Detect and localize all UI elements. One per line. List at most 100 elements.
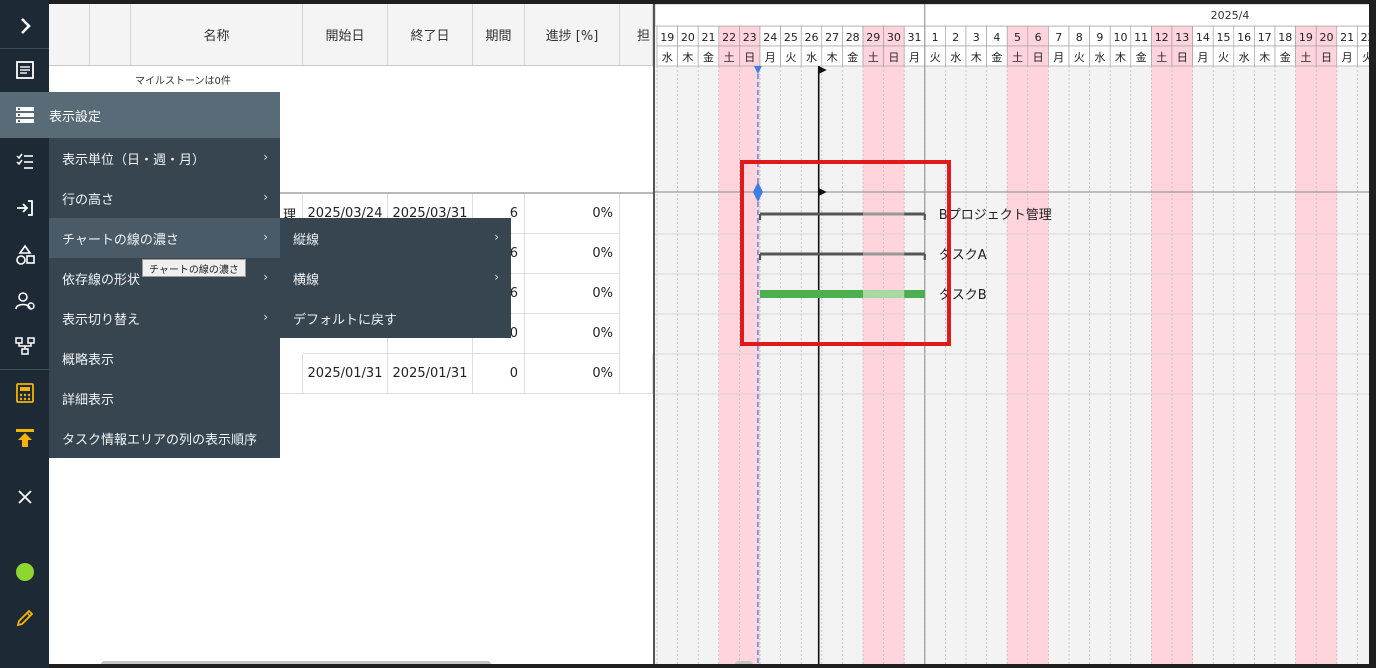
day-label: 30 — [887, 31, 901, 44]
submenu-item-vertical-lines[interactable]: 縦線 › — [280, 218, 511, 258]
status-dot-icon — [0, 552, 49, 592]
weekday-label: 金 — [991, 50, 1002, 64]
menu-item-column-order[interactable]: タスク情報エリアの列の表示順序 — [49, 418, 280, 458]
row-5-end[interactable]: 2025/01/31 — [388, 354, 473, 394]
network-icon[interactable] — [0, 326, 49, 366]
weekday-label: 木 — [971, 51, 982, 64]
menu-item-label: 概略表示 — [62, 352, 115, 368]
rail-divider — [0, 369, 49, 370]
row-1-progress[interactable]: 0% — [525, 194, 620, 234]
column-header-start[interactable]: 開始日 — [303, 4, 388, 66]
weekday-label: 金 — [703, 50, 714, 64]
upload-icon[interactable] — [0, 418, 49, 458]
chevron-right-icon: › — [494, 270, 499, 284]
weekend-column — [1316, 26, 1337, 664]
weekday-label: 土 — [1300, 51, 1311, 64]
day-label: 22 — [1361, 31, 1369, 44]
weekday-label: 土 — [724, 51, 735, 64]
weekday-label: 水 — [806, 51, 817, 64]
day-label: 17 — [1258, 31, 1272, 44]
row-5-start[interactable]: 2025/01/31 — [303, 354, 388, 394]
chart-horizontal-scrollbar[interactable] — [735, 661, 753, 664]
day-label: 10 — [1114, 31, 1128, 44]
row-3-progress[interactable]: 0% — [525, 274, 620, 314]
chevron-right-icon: › — [263, 270, 268, 284]
menu-item-detail-view[interactable]: 詳細表示 — [49, 378, 280, 418]
column-header-assignee[interactable]: 担 — [620, 4, 653, 66]
day-label: 22 — [722, 31, 736, 44]
menu-item-label: 表示切り替え — [62, 312, 141, 328]
weekday-label: 土 — [1156, 51, 1167, 64]
menu-item-row-height[interactable]: 行の高さ › — [49, 178, 280, 218]
weekday-label: 火 — [930, 51, 941, 64]
day-label: 24 — [763, 31, 777, 44]
submenu-item-label: デフォルトに戻す — [293, 312, 398, 328]
day-label: 29 — [866, 31, 880, 44]
weekday-label: 火 — [1074, 51, 1085, 64]
weekday-label: 金 — [1280, 50, 1291, 64]
day-label: 9 — [1096, 31, 1103, 44]
expand-icon[interactable] — [0, 6, 49, 46]
table-header-blank — [90, 4, 131, 66]
submenu-item-horizontal-lines[interactable]: 横線 › — [280, 258, 511, 298]
checklist-icon[interactable] — [0, 141, 49, 181]
chevron-right-icon: › — [263, 190, 268, 204]
row-5-assignee[interactable] — [620, 354, 653, 394]
table-horizontal-scrollbar[interactable] — [101, 661, 491, 664]
weekday-label: 月 — [1053, 51, 1064, 64]
menu-item-label: チャートの線の濃さ — [62, 232, 179, 248]
weekday-label: 木 — [682, 51, 693, 64]
column-header-progress[interactable]: 進捗 [%] — [525, 4, 620, 66]
day-label: 8 — [1076, 31, 1083, 44]
column-header-name[interactable]: 名称 — [131, 4, 303, 66]
menu-item-display-unit[interactable]: 表示単位（日・週・月） › — [49, 138, 280, 178]
day-label: 20 — [1320, 31, 1334, 44]
bar-label: Bプロジェクト管理 — [939, 208, 1052, 223]
close-icon[interactable] — [0, 477, 49, 517]
table-header-blank — [49, 4, 90, 66]
menu-item-summary-view[interactable]: 概略表示 — [49, 338, 280, 378]
day-label: 6 — [1035, 31, 1042, 44]
app-window: 名称 開始日 終了日 期間 進捗 [%] 担 マイルストーンは0件 理 2025… — [0, 0, 1376, 668]
pencil-icon[interactable] — [0, 598, 49, 638]
day-label: 1 — [932, 31, 939, 44]
row-2-progress[interactable]: 0% — [525, 234, 620, 274]
row-5-progress[interactable]: 0% — [525, 354, 620, 394]
weekday-label: 日 — [1321, 51, 1332, 64]
day-label: 18 — [1278, 31, 1292, 44]
day-label: 19 — [1299, 31, 1313, 44]
display-settings-icon — [0, 104, 49, 126]
shapes-icon[interactable] — [0, 235, 49, 275]
weekday-label: 月 — [1342, 51, 1353, 64]
day-label: 13 — [1175, 31, 1189, 44]
weekday-label: 木 — [1259, 51, 1270, 64]
day-label: 14 — [1196, 31, 1210, 44]
user-settings-icon[interactable] — [0, 281, 49, 321]
weekend-column — [1151, 26, 1172, 664]
document-icon[interactable] — [0, 50, 49, 90]
menu-item-label: タスク情報エリアの列の表示順序 — [62, 432, 258, 448]
day-label: 12 — [1155, 31, 1169, 44]
day-label: 26 — [805, 31, 819, 44]
display-settings-header[interactable]: 表示設定 — [0, 92, 280, 138]
import-icon[interactable] — [0, 188, 49, 228]
column-header-end[interactable]: 終了日 — [388, 4, 473, 66]
day-label: 15 — [1217, 31, 1231, 44]
day-label: 4 — [993, 31, 1000, 44]
weekday-label: 日 — [1177, 51, 1188, 64]
day-label: 21 — [1340, 31, 1354, 44]
base-flag — [818, 66, 827, 74]
day-label: 11 — [1134, 31, 1148, 44]
weekday-label: 月 — [765, 51, 776, 64]
weekday-label: 日 — [744, 51, 755, 64]
tooltip: チャートの線の濃さ — [142, 259, 246, 277]
row-5-duration[interactable]: 0 — [473, 354, 525, 394]
day-label: 16 — [1237, 31, 1251, 44]
weekend-column — [1027, 26, 1049, 664]
submenu-item-reset-default[interactable]: デフォルトに戻す — [280, 298, 511, 338]
row-4-progress[interactable]: 0% — [525, 314, 620, 354]
column-header-duration[interactable]: 期間 — [473, 4, 525, 66]
menu-item-toggle-display[interactable]: 表示切り替え › — [49, 298, 280, 338]
menu-item-chart-line-density[interactable]: チャートの線の濃さ › — [49, 218, 280, 258]
calculator-icon[interactable] — [0, 373, 49, 413]
